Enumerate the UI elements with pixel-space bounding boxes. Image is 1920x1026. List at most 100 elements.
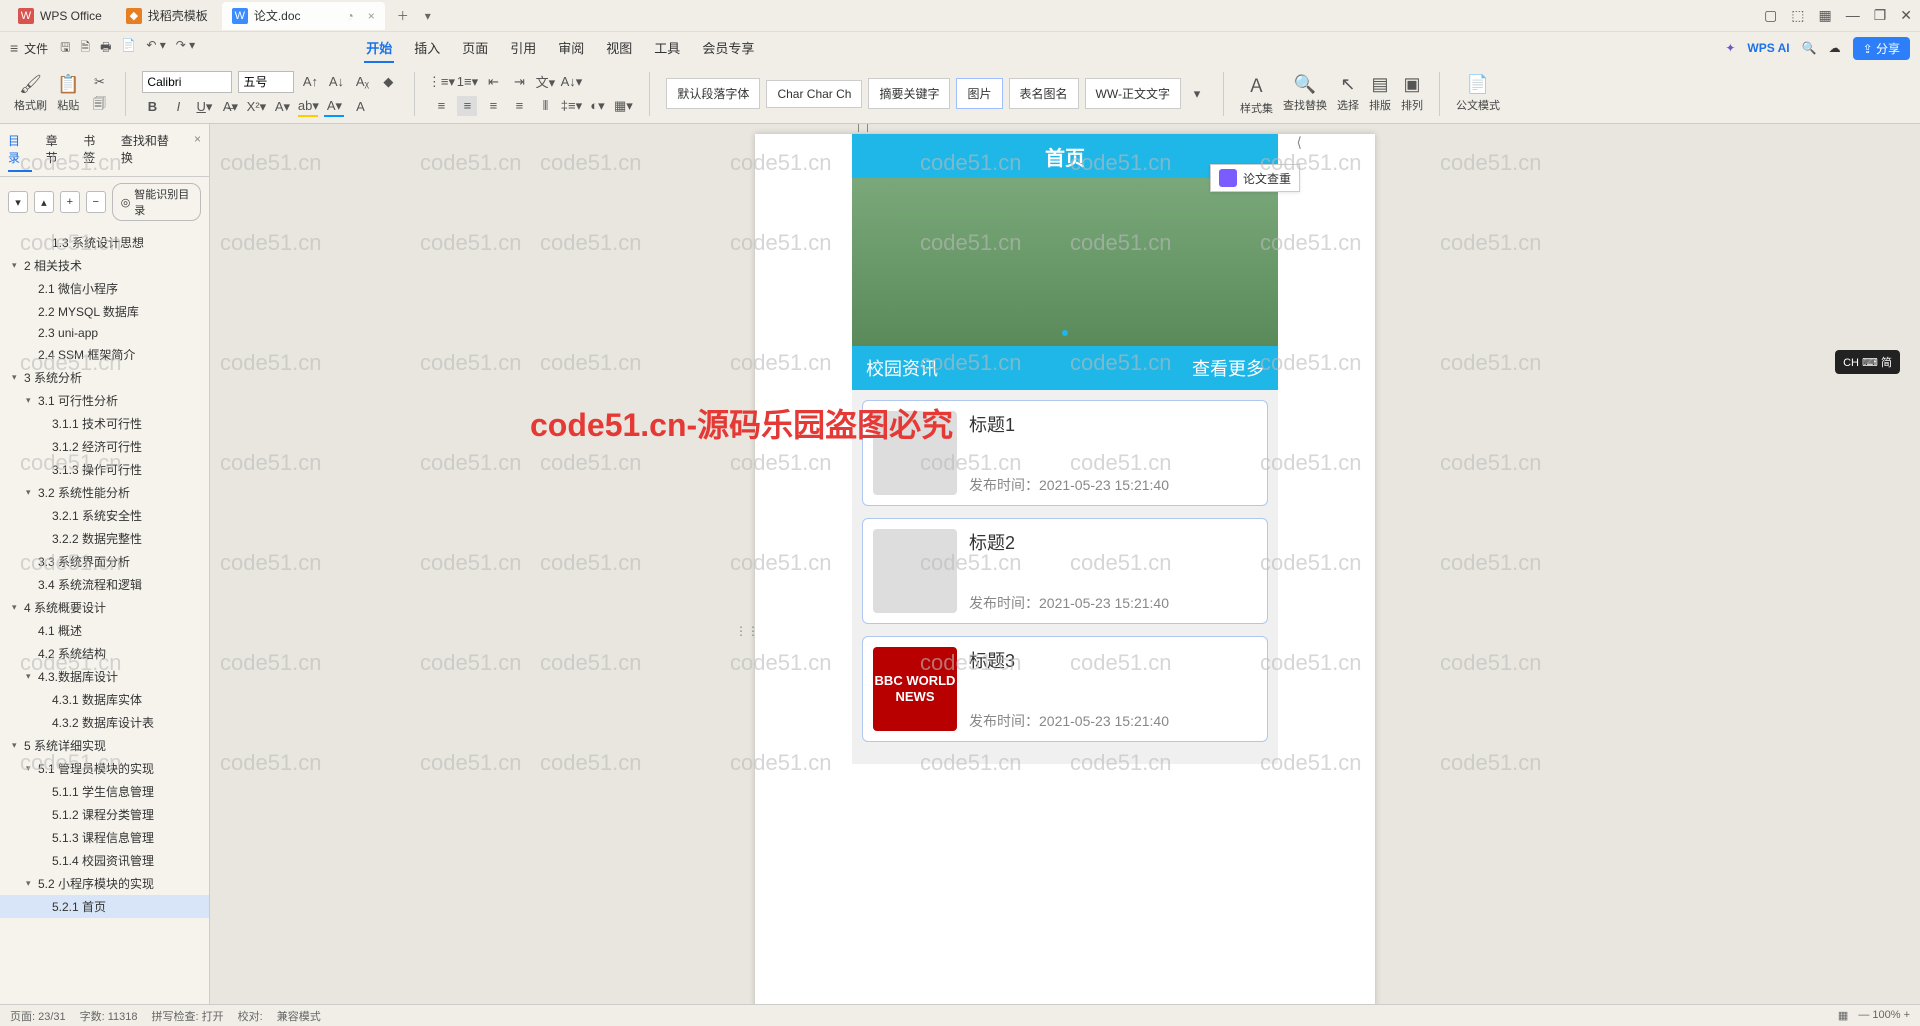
outline-item[interactable]: ▾5.2 小程序模块的实现 xyxy=(0,872,209,895)
outline-item[interactable]: ▾3.1 可行性分析 xyxy=(0,389,209,412)
tab-document[interactable]: W论文.doc◔× xyxy=(222,2,385,30)
style-more-icon[interactable]: ▾ xyxy=(1187,84,1207,104)
outline-item[interactable]: 3.1.2 经济可行性 xyxy=(0,435,209,458)
decrease-font-icon[interactable]: A↓ xyxy=(326,72,346,92)
superscript-icon[interactable]: X²▾ xyxy=(246,97,266,117)
tab-pin-icon[interactable]: ◔ xyxy=(347,9,354,23)
status-words[interactable]: 字数: 11318 xyxy=(80,1008,138,1024)
select-button[interactable]: ↖选择 xyxy=(1337,74,1359,113)
close-window-icon[interactable]: ✕ xyxy=(1900,7,1912,24)
menu-icon[interactable]: ≡ xyxy=(10,40,18,56)
expand-button[interactable]: ▴ xyxy=(34,191,54,213)
char-shading-icon[interactable]: A▾ xyxy=(324,97,344,117)
italic-icon[interactable]: I xyxy=(168,97,188,117)
distribute-icon[interactable]: ⫴ xyxy=(535,96,555,116)
style-abstract[interactable]: 摘要关键字 xyxy=(868,78,950,109)
view-mode-icon[interactable]: ▦ xyxy=(1838,1009,1848,1022)
status-page[interactable]: 页面: 23/31 xyxy=(10,1008,66,1024)
cloud-icon[interactable]: ☁ xyxy=(1829,41,1841,55)
increase-indent-icon[interactable]: ⇥ xyxy=(509,72,529,92)
tab-page[interactable]: 页面 xyxy=(460,34,490,63)
outline-item[interactable]: 3.2.2 数据完整性 xyxy=(0,527,209,550)
align-left-icon[interactable]: ≡ xyxy=(431,96,451,116)
tab-view[interactable]: 视图 xyxy=(604,34,634,63)
copy-icon[interactable]: 🗐 xyxy=(89,96,109,116)
save-icon[interactable]: 🖫 xyxy=(60,38,70,59)
status-mode[interactable]: 兼容模式 xyxy=(277,1008,321,1024)
outline-tree[interactable]: 1.3 系统设计思想▾2 相关技术2.1 微信小程序2.2 MYSQL 数据库2… xyxy=(0,227,209,1004)
nav-tab-bookmark[interactable]: 书签 xyxy=(83,128,107,172)
increase-font-icon[interactable]: A↑ xyxy=(300,72,320,92)
outline-item[interactable]: 3.4 系统流程和逻辑 xyxy=(0,573,209,596)
tab-vip[interactable]: 会员专享 xyxy=(700,34,756,63)
nav-tab-find[interactable]: 查找和替换 xyxy=(121,128,180,172)
bullet-list-icon[interactable]: ⋮≡▾ xyxy=(431,72,451,92)
style-body[interactable]: WW-正文文字 xyxy=(1085,78,1181,109)
undo-icon[interactable]: ↶ ▾ xyxy=(146,38,165,59)
outline-item[interactable]: 2.4 SSM 框架简介 xyxy=(0,343,209,366)
outline-item[interactable]: 2.1 微信小程序 xyxy=(0,277,209,300)
tab-tools[interactable]: 工具 xyxy=(652,34,682,63)
outline-item[interactable]: 3.1.1 技术可行性 xyxy=(0,412,209,435)
maximize-icon[interactable]: ❐ xyxy=(1874,7,1887,24)
outline-item[interactable]: 3.2.1 系统安全性 xyxy=(0,504,209,527)
underline-icon[interactable]: U▾ xyxy=(194,97,214,117)
collapse-button[interactable]: ▾ xyxy=(8,191,28,213)
file-menu[interactable]: 文件 xyxy=(24,40,48,57)
sort-icon[interactable]: A↓▾ xyxy=(561,72,581,92)
wps-ai-button[interactable]: WPS AI xyxy=(1747,41,1789,55)
outline-item[interactable]: 2.2 MYSQL 数据库 xyxy=(0,300,209,323)
minimize-icon[interactable]: — xyxy=(1846,7,1860,24)
line-spacing-icon[interactable]: ‡≡▾ xyxy=(561,96,581,116)
tab-review[interactable]: 审阅 xyxy=(556,34,586,63)
font-color-icon[interactable]: A▾ xyxy=(272,97,292,117)
style-char[interactable]: Char Char Ch xyxy=(766,80,862,108)
border-icon[interactable]: ▦▾ xyxy=(613,96,633,116)
style-default-para[interactable]: 默认段落字体 xyxy=(666,78,760,109)
nav-tab-outline[interactable]: 目录 xyxy=(8,128,32,172)
export-icon[interactable]: 📄 xyxy=(121,38,136,59)
tab-insert[interactable]: 插入 xyxy=(412,34,442,63)
outline-item[interactable]: 4.3.1 数据库实体 xyxy=(0,688,209,711)
outline-item[interactable]: 2.3 uni-app xyxy=(0,323,209,343)
tab-menu-button[interactable]: ▾ xyxy=(417,9,439,23)
outline-item[interactable]: 1.3 系统设计思想 xyxy=(0,231,209,254)
outline-item[interactable]: ▾5 系统详细实现 xyxy=(0,734,209,757)
styles-button[interactable]: Ａ样式集 xyxy=(1240,72,1273,116)
window-tile-icon[interactable]: ▢ xyxy=(1764,7,1777,24)
outline-item[interactable]: 5.1.1 学生信息管理 xyxy=(0,780,209,803)
bold-icon[interactable]: B xyxy=(142,97,162,117)
clear-format-icon[interactable]: Aᵪ xyxy=(352,72,372,92)
outline-item[interactable]: 5.2.1 首页 xyxy=(0,895,209,918)
arrange-button[interactable]: ▣排列 xyxy=(1401,74,1423,113)
text-direction-icon[interactable]: 文▾ xyxy=(535,72,555,92)
outline-item[interactable]: ▾3.2 系统性能分析 xyxy=(0,481,209,504)
outline-item[interactable]: ▾3 系统分析 xyxy=(0,366,209,389)
outline-item[interactable]: ▾2 相关技术 xyxy=(0,254,209,277)
outline-item[interactable]: 3.1.3 操作可行性 xyxy=(0,458,209,481)
outline-item[interactable]: 4.3.2 数据库设计表 xyxy=(0,711,209,734)
font-select[interactable] xyxy=(142,71,232,93)
share-button[interactable]: ⇪ 分享 xyxy=(1853,37,1910,60)
find-replace-button[interactable]: 🔍查找替换 xyxy=(1283,74,1327,113)
window-skin-icon[interactable]: ▦ xyxy=(1818,7,1831,24)
redo-icon[interactable]: ↷ ▾ xyxy=(176,38,195,59)
outline-item[interactable]: ▾4 系统概要设计 xyxy=(0,596,209,619)
tab-start[interactable]: 开始 xyxy=(364,34,394,63)
outline-item[interactable]: 4.2 系统结构 xyxy=(0,642,209,665)
outline-item[interactable]: 5.1.2 课程分类管理 xyxy=(0,803,209,826)
format-painter-button[interactable]: 🖌格式刷 xyxy=(14,74,47,113)
cut-icon[interactable]: ✂ xyxy=(89,72,109,92)
strikethrough-icon[interactable]: A̶▾ xyxy=(220,97,240,117)
tab-wps-office[interactable]: WWPS Office xyxy=(8,2,112,30)
status-spellcheck[interactable]: 拼写检查: 打开 xyxy=(152,1008,224,1024)
status-proofread[interactable]: 校对: xyxy=(238,1008,263,1024)
style-image[interactable]: 图片 xyxy=(956,78,1002,109)
zoom-control[interactable]: — 100% + xyxy=(1858,1009,1910,1022)
outline-item[interactable]: ▾5.1 管理员模块的实现 xyxy=(0,757,209,780)
window-box-icon[interactable]: ⬚ xyxy=(1791,7,1804,24)
style-table-name[interactable]: 表名图名 xyxy=(1009,78,1079,109)
char-border-icon[interactable]: A xyxy=(350,97,370,117)
tab-reference[interactable]: 引用 xyxy=(508,34,538,63)
close-pane-icon[interactable]: × xyxy=(194,128,201,172)
